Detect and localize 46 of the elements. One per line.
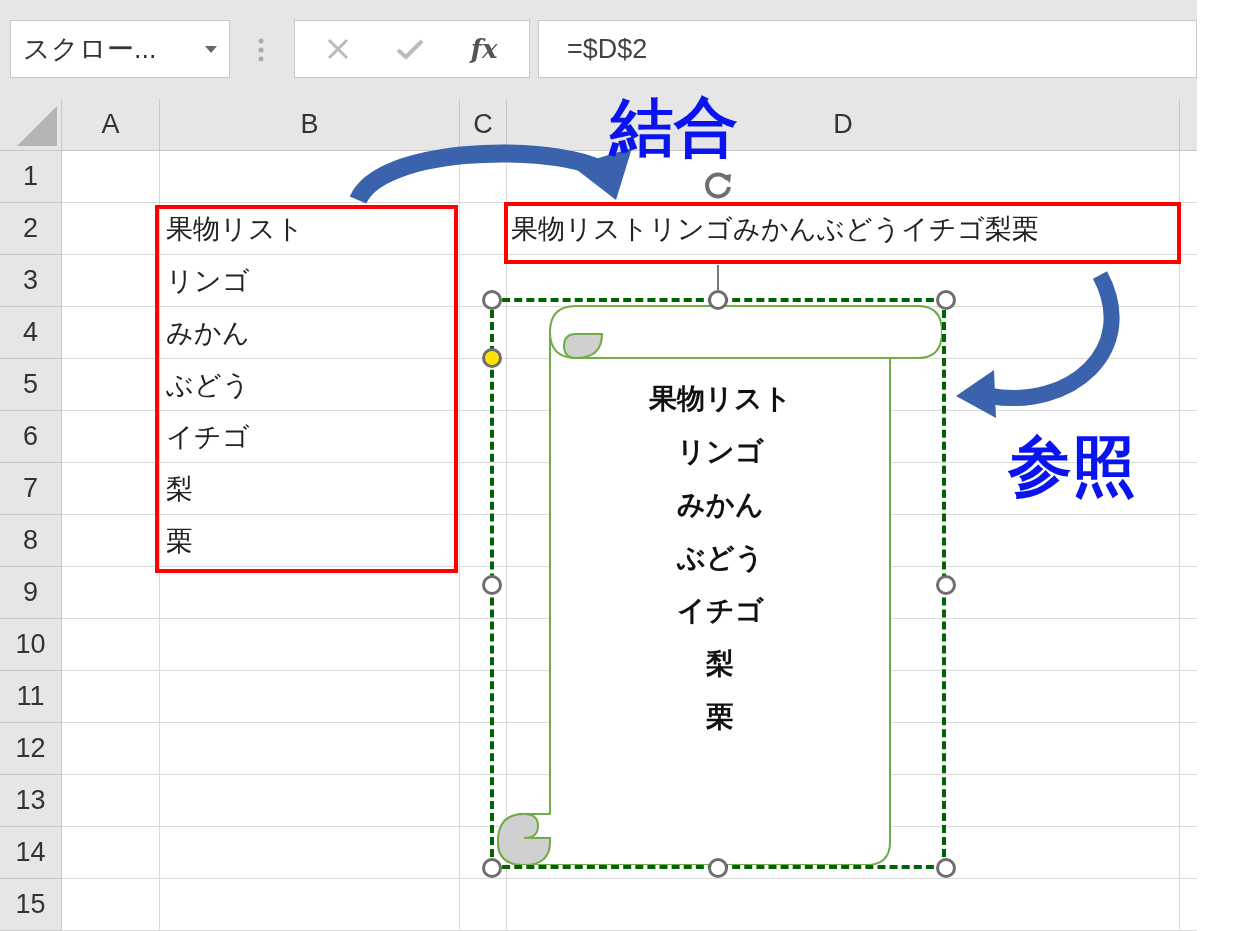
table-cell[interactable]: 梨 <box>160 463 460 515</box>
row-header[interactable]: 2 <box>23 208 38 249</box>
table-cell[interactable]: 栗 <box>160 515 460 567</box>
row-header[interactable]: 11 <box>16 676 45 717</box>
formula-field[interactable]: =$D$2 <box>538 20 1197 78</box>
row-header[interactable]: 9 <box>23 572 38 613</box>
table-cell[interactable]: みかん <box>160 307 460 359</box>
row-header[interactable]: 7 <box>23 468 38 509</box>
row-header[interactable]: 13 <box>15 780 46 821</box>
check-icon[interactable] <box>395 38 424 60</box>
name-box[interactable]: スクロー... <box>10 20 230 78</box>
row-header[interactable]: 6 <box>23 416 38 457</box>
row-header[interactable]: 14 <box>15 832 46 873</box>
scroll-text-line: みかん <box>676 488 764 522</box>
column-header[interactable]: B <box>300 104 319 145</box>
table-cell[interactable]: リンゴ <box>160 255 460 307</box>
row-header[interactable]: 12 <box>15 728 46 769</box>
column-header[interactable]: C <box>473 104 493 145</box>
formula-text: =$D$2 <box>567 32 648 66</box>
table-cell[interactable]: 果物リストリンゴみかんぶどうイチゴ梨栗 <box>507 203 1180 255</box>
row-header[interactable]: 10 <box>15 624 46 665</box>
scroll-text-line: 梨 <box>706 647 734 681</box>
row-header[interactable]: 4 <box>23 312 38 353</box>
row-header[interactable]: 5 <box>23 364 38 405</box>
scroll-text-line: イチゴ <box>676 594 764 628</box>
annotation-label: 参照 <box>1008 429 1136 504</box>
insert-function-button[interactable]: fx <box>470 29 498 69</box>
row-header[interactable]: 1 <box>23 156 38 197</box>
table-cell[interactable]: 果物リスト <box>160 203 460 255</box>
column-header[interactable]: A <box>101 104 120 145</box>
row-header[interactable]: 15 <box>15 884 46 925</box>
scroll-text-line: ぶどう <box>676 541 764 575</box>
scroll-text-line: 果物リスト <box>648 382 792 416</box>
dropdown-caret-icon[interactable] <box>205 45 217 53</box>
annotation-label: 結合 <box>610 92 738 162</box>
row-header[interactable]: 3 <box>23 260 38 301</box>
scroll-text-line: リンゴ <box>676 435 764 469</box>
scroll-text-line: 栗 <box>706 700 734 734</box>
rotate-handle-line <box>717 265 719 290</box>
table-cell[interactable]: ぶどう <box>160 359 460 411</box>
name-box-value: スクロー... <box>23 32 157 66</box>
rotate-handle-icon[interactable] <box>703 170 733 200</box>
grip-icon <box>258 38 264 62</box>
table-cell[interactable]: イチゴ <box>160 411 460 463</box>
row-header[interactable]: 8 <box>23 520 38 561</box>
column-header[interactable]: D <box>833 104 853 145</box>
